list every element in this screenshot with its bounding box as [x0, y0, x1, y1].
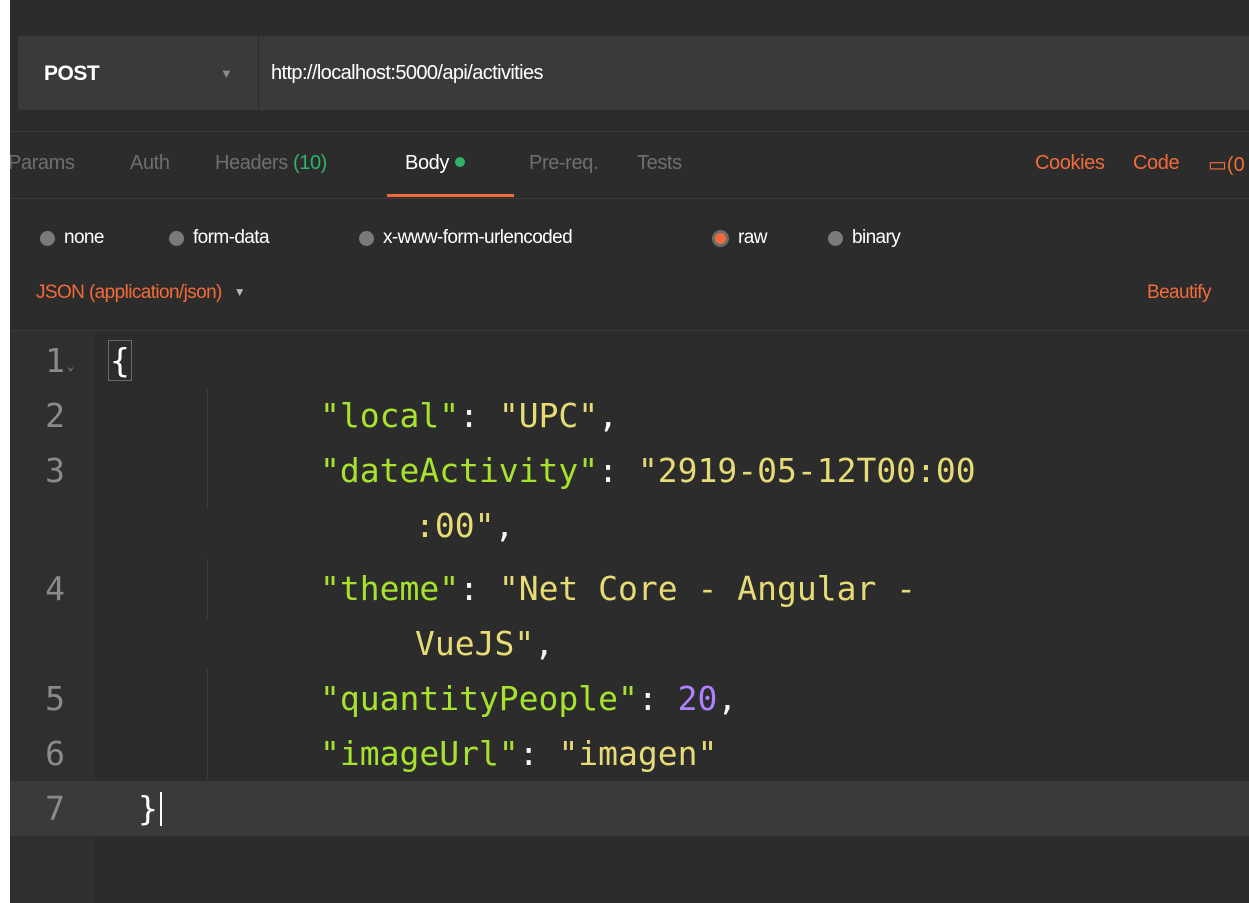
line-number: 1 — [45, 341, 65, 380]
line-number: 2 — [45, 396, 65, 435]
code-line: "theme": "Net Core - Angular - — [320, 569, 917, 608]
line-number: 5 — [45, 679, 65, 718]
json-string-value: "2919-05-12T00:00 — [637, 451, 976, 490]
code-line-wrap: VueJS", — [415, 624, 555, 663]
radio-label: form-data — [193, 227, 270, 248]
radio-label: binary — [852, 227, 901, 248]
content-type-dropdown[interactable]: JSON (application/json) ▼ — [36, 282, 246, 304]
radio-none[interactable]: none — [40, 220, 104, 256]
json-string-value-wrap: :00" — [415, 506, 495, 545]
indent-guide — [207, 559, 208, 619]
tab-auth[interactable]: Auth — [130, 152, 170, 175]
json-key: "local" — [320, 396, 460, 435]
content-type-label: JSON (application/json) — [36, 282, 222, 303]
cookies-link[interactable]: Cookies — [1035, 152, 1105, 175]
json-number-value: 20 — [677, 679, 718, 718]
chevron-down-icon: ▼ — [233, 285, 246, 299]
radio-label: none — [64, 227, 104, 248]
radio-dot-icon — [828, 230, 843, 246]
json-string-value: "imagen" — [558, 734, 718, 773]
tab-params[interactable]: Params — [10, 152, 75, 175]
request-bar: POST ▼ — [10, 0, 1249, 130]
radio-urlencoded[interactable]: x-www-form-urlencoded — [359, 220, 573, 256]
json-key: "dateActivity" — [320, 451, 599, 490]
code-line: "quantityPeople": 20, — [320, 679, 738, 718]
radio-raw[interactable]: raw — [712, 220, 767, 256]
code-line: } — [138, 789, 162, 829]
json-string-value: "UPC" — [498, 396, 599, 435]
method-label: POST — [44, 62, 100, 85]
radio-binary[interactable]: binary — [828, 220, 901, 256]
chevron-down-icon: ▼ — [220, 66, 233, 81]
radio-dot-icon — [40, 230, 55, 246]
radio-label: raw — [738, 227, 767, 248]
json-key: "quantityPeople" — [320, 679, 638, 718]
json-key: "theme" — [320, 569, 460, 608]
json-open-brace: { — [108, 340, 132, 381]
tab-prereq[interactable]: Pre-req. — [529, 152, 598, 175]
radio-label: x-www-form-urlencoded — [383, 227, 573, 248]
json-string-value: "Net Core - Angular - — [498, 569, 917, 608]
text-cursor — [159, 792, 162, 826]
headers-count-badge: (10) — [292, 152, 327, 174]
line-number: 3 — [45, 451, 65, 490]
code-line: { — [108, 340, 132, 381]
tab-headers[interactable]: Headers (10) — [215, 152, 327, 175]
indent-guide — [207, 669, 208, 779]
radio-dot-icon — [359, 230, 374, 246]
json-key: "imageUrl" — [320, 734, 519, 773]
code-line: "dateActivity": "2919-05-12T00:00 — [320, 451, 976, 490]
radio-form-data[interactable]: form-data — [169, 220, 270, 256]
line-number: 7 — [45, 789, 65, 828]
body-type-radio-group: none form-data x-www-form-urlencoded raw… — [10, 220, 1249, 260]
beautify-button[interactable]: Beautify — [1147, 282, 1211, 304]
comments-button[interactable]: ▭(0 — [1208, 152, 1245, 177]
radio-dot-icon — [169, 230, 184, 246]
comments-count: (0 — [1226, 154, 1245, 176]
comment-icon: ▭ — [1208, 154, 1227, 176]
fold-chevron-icon[interactable]: ⌄ — [67, 359, 74, 373]
method-dropdown[interactable]: POST ▼ — [18, 36, 258, 110]
tab-body[interactable]: Body — [405, 152, 465, 175]
code-line-wrap: :00", — [415, 506, 515, 545]
line-number: 4 — [45, 569, 65, 608]
code-line: "imageUrl": "imagen" — [320, 734, 718, 773]
code-line: "local": "UPC", — [320, 396, 619, 435]
request-tabs: Params Auth Headers (10) Body Pre-req. T… — [10, 131, 1249, 199]
json-string-value-wrap: VueJS" — [415, 624, 535, 663]
tab-headers-label: Headers — [215, 152, 288, 174]
tab-tests[interactable]: Tests — [637, 152, 682, 175]
active-tab-indicator — [387, 194, 514, 197]
postman-request-editor: POST ▼ Params Auth Headers (10) Body Pre… — [10, 0, 1249, 903]
indent-guide — [207, 389, 208, 509]
line-number: 6 — [45, 734, 65, 773]
json-close-brace: } — [138, 789, 158, 828]
url-input[interactable] — [259, 36, 1249, 110]
active-line-highlight — [10, 781, 1249, 836]
tab-body-label: Body — [405, 152, 449, 174]
radio-dot-icon — [712, 229, 729, 247]
code-link[interactable]: Code — [1133, 152, 1180, 175]
body-modified-dot-icon — [455, 157, 465, 167]
code-editor[interactable]: 1 ⌄ 2 3 4 5 6 7 { "local": "UPC", "dateA… — [10, 330, 1249, 903]
